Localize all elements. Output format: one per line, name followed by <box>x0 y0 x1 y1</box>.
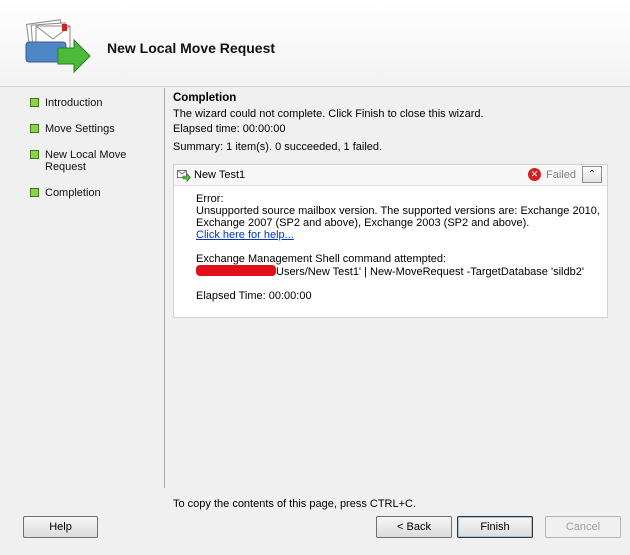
command-text: Users/New Test1' | New-MoveRequest -Targ… <box>276 266 584 278</box>
step-status-icon <box>30 150 39 159</box>
step-label: Completion <box>45 187 101 199</box>
error-message: Unsupported source mailbox version. The … <box>196 205 600 229</box>
result-item-name: New Test1 <box>194 169 246 181</box>
command-label: Exchange Management Shell command attemp… <box>196 253 447 265</box>
elapsed-time: Elapsed time: 00:00:00 <box>173 123 286 135</box>
completion-panel: Completion The wizard could not complete… <box>173 92 613 155</box>
move-mailbox-icon <box>25 19 91 74</box>
completion-message: The wizard could not complete. Click Fin… <box>173 108 484 120</box>
help-button[interactable]: Help <box>23 516 98 538</box>
error-icon: ✕ <box>528 168 541 181</box>
help-link[interactable]: Click here for help... <box>196 229 294 241</box>
step-label: New Local Move Request <box>45 149 127 173</box>
status-badge: Failed <box>546 169 576 181</box>
summary-text: Summary: 1 item(s). 0 succeeded, 1 faile… <box>173 141 383 153</box>
wizard-title: New Local Move Request <box>107 40 276 56</box>
step-introduction[interactable]: Introduction <box>30 97 150 109</box>
finish-button[interactable]: Finish <box>457 516 533 538</box>
step-label: Move Settings <box>45 123 115 135</box>
result-elapsed-time: Elapsed Time: 00:00:00 <box>196 290 312 302</box>
step-new-local-move-request[interactable]: New Local Move Request <box>30 149 143 173</box>
redacted-text <box>196 265 276 276</box>
divider <box>164 88 165 488</box>
wizard-steps: Introduction Move Settings New Local Mov… <box>30 97 150 213</box>
cancel-button: Cancel <box>545 516 621 538</box>
result-header: New Test1 ✕ Failed ⌃ <box>174 165 607 186</box>
step-status-icon <box>30 98 39 107</box>
step-label: Introduction <box>45 97 103 109</box>
result-details: Error: Unsupported source mailbox versio… <box>196 193 601 302</box>
step-move-settings[interactable]: Move Settings <box>30 123 150 135</box>
chevron-up-icon: ⌃ <box>587 169 597 180</box>
step-completion[interactable]: Completion <box>30 187 150 199</box>
error-label: Error: <box>196 193 224 205</box>
copy-hint: To copy the contents of this page, press… <box>173 498 417 510</box>
step-status-icon <box>30 188 39 197</box>
collapse-button[interactable]: ⌃ <box>582 166 602 183</box>
back-button[interactable]: < Back <box>376 516 452 538</box>
mailbox-move-icon <box>177 170 191 182</box>
wizard-header: New Local Move Request <box>0 0 630 87</box>
result-item: New Test1 ✕ Failed ⌃ Error: Unsupported … <box>173 164 608 318</box>
page-title: Completion <box>173 92 237 104</box>
step-status-icon <box>30 124 39 133</box>
